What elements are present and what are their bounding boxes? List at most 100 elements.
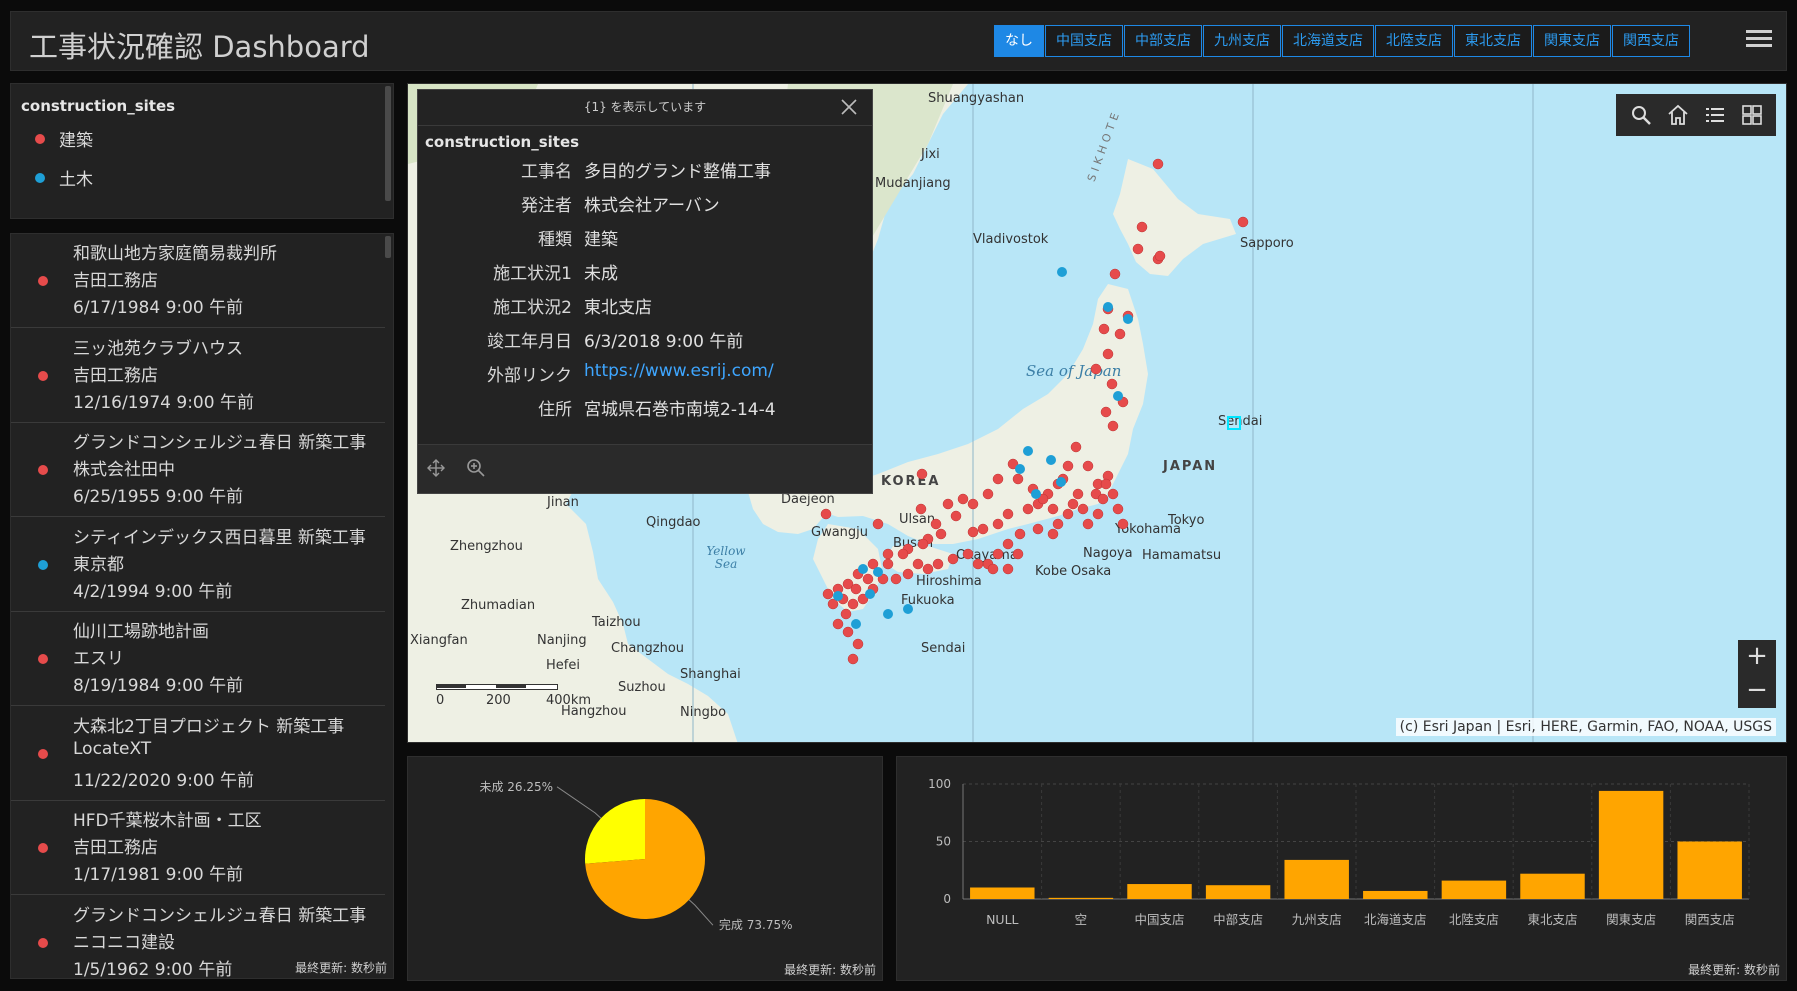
site-point-building[interactable]: [987, 563, 999, 575]
site-point-building[interactable]: [1077, 503, 1089, 515]
site-point-building[interactable]: [1112, 503, 1124, 515]
basemap-gallery-icon[interactable]: [1740, 103, 1764, 127]
site-point-building[interactable]: [992, 473, 1004, 485]
site-point-building[interactable]: [1082, 460, 1094, 472]
site-point-building[interactable]: [822, 588, 834, 600]
site-point-building[interactable]: [862, 573, 874, 585]
site-point-building[interactable]: [915, 503, 927, 515]
site-point-building[interactable]: [1014, 528, 1026, 540]
site-point-building[interactable]: [1117, 518, 1129, 530]
site-point-building[interactable]: [1082, 518, 1094, 530]
site-list-item[interactable]: HFD千葉桜木計画・工区 吉田工務店 1/17/1981 9:00 午前: [11, 801, 385, 895]
layer-list-icon[interactable]: [1703, 103, 1727, 127]
site-point-building[interactable]: [832, 618, 844, 630]
site-point-building[interactable]: [1136, 221, 1148, 233]
site-point-building[interactable]: [882, 548, 894, 560]
site-point-civil[interactable]: [1031, 489, 1041, 499]
site-point-building[interactable]: [1100, 406, 1112, 418]
site-point-building[interactable]: [1132, 243, 1144, 255]
bar-1[interactable]: [1048, 897, 1114, 899]
site-point-building[interactable]: [1090, 363, 1102, 375]
site-point-building[interactable]: [982, 488, 994, 500]
site-point-building[interactable]: [1047, 503, 1059, 515]
site-point-building[interactable]: [1092, 508, 1104, 520]
site-point-building[interactable]: [917, 538, 929, 550]
site-point-building[interactable]: [1107, 488, 1119, 500]
site-point-building[interactable]: [930, 518, 942, 530]
site-point-building[interactable]: [977, 523, 989, 535]
site-point-building[interactable]: [1047, 528, 1059, 540]
site-point-building[interactable]: [1067, 498, 1079, 510]
bar-8[interactable]: [1598, 790, 1664, 899]
site-point-building[interactable]: [935, 528, 947, 540]
popup-external-link[interactable]: https://www.esrij.com/: [584, 361, 774, 381]
zoom-out-button[interactable]: −: [1738, 674, 1776, 708]
site-point-building[interactable]: [1154, 250, 1166, 262]
site-point-civil[interactable]: [1046, 455, 1056, 465]
home-icon[interactable]: [1666, 103, 1690, 127]
site-point-building[interactable]: [967, 498, 979, 510]
site-point-building[interactable]: [1097, 493, 1109, 505]
site-point-building[interactable]: [820, 508, 832, 520]
branch-button-8[interactable]: 関西支店: [1612, 25, 1690, 57]
branch-button-2[interactable]: 中部支店: [1124, 25, 1202, 57]
site-point-civil[interactable]: [873, 567, 883, 577]
site-point-building[interactable]: [1070, 441, 1082, 453]
site-point-building[interactable]: [992, 518, 1004, 530]
site-point-building[interactable]: [1109, 268, 1121, 280]
site-point-building[interactable]: [852, 638, 864, 650]
site-point-building[interactable]: [897, 548, 909, 560]
bar-7[interactable]: [1520, 873, 1585, 899]
site-point-building[interactable]: [882, 558, 894, 570]
site-point-building[interactable]: [1098, 323, 1110, 335]
site-point-building[interactable]: [1002, 508, 1014, 520]
branch-button-6[interactable]: 東北支店: [1454, 25, 1532, 57]
site-point-civil[interactable]: [851, 619, 861, 629]
branch-button-5[interactable]: 北陸支店: [1375, 25, 1453, 57]
site-point-building[interactable]: [842, 626, 854, 638]
site-point-building[interactable]: [1052, 518, 1064, 530]
site-point-building[interactable]: [916, 468, 928, 480]
site-point-civil[interactable]: [1015, 464, 1025, 474]
site-point-building[interactable]: [1106, 378, 1118, 390]
zoom-to-icon[interactable]: [466, 458, 486, 478]
site-point-building[interactable]: [1102, 348, 1114, 360]
branch-button-0[interactable]: なし: [994, 25, 1044, 57]
site-point-building[interactable]: [850, 583, 862, 595]
bar-6[interactable]: [1441, 880, 1507, 899]
site-list-item[interactable]: 三ッ池苑クラブハウス 吉田工務店 12/16/1974 9:00 午前: [11, 329, 385, 423]
site-point-building[interactable]: [1002, 563, 1014, 575]
site-point-building[interactable]: [1032, 523, 1044, 535]
branch-button-1[interactable]: 中国支店: [1045, 25, 1123, 57]
site-point-civil[interactable]: [858, 564, 868, 574]
site-point-building[interactable]: [1107, 420, 1119, 432]
site-point-civil[interactable]: [1023, 446, 1033, 456]
site-point-building[interactable]: [1062, 508, 1074, 520]
site-point-building[interactable]: [950, 510, 962, 522]
site-point-building[interactable]: [847, 598, 859, 610]
site-point-building[interactable]: [967, 526, 979, 538]
zoom-in-button[interactable]: +: [1738, 640, 1776, 674]
site-point-building[interactable]: [947, 553, 959, 565]
branch-button-4[interactable]: 北海道支店: [1282, 25, 1374, 57]
site-list-item[interactable]: 和歌山地方家庭簡易裁判所 吉田工務店 6/17/1984 9:00 午前: [11, 234, 385, 328]
site-point-building[interactable]: [1114, 328, 1126, 340]
site-point-civil[interactable]: [1056, 477, 1066, 487]
site-point-civil[interactable]: [1103, 302, 1113, 312]
site-list-item[interactable]: 仙川工場跡地計画 エスリ 8/19/1984 9:00 午前: [11, 612, 385, 706]
bar-9[interactable]: [1677, 841, 1742, 900]
site-point-building[interactable]: [992, 548, 1004, 560]
site-point-building[interactable]: [1022, 503, 1034, 515]
site-point-building[interactable]: [932, 558, 944, 570]
site-point-building[interactable]: [890, 573, 902, 585]
list-scrollbar[interactable]: [385, 236, 391, 258]
site-point-civil[interactable]: [883, 609, 893, 619]
site-point-building[interactable]: [847, 653, 859, 665]
site-point-building[interactable]: [957, 493, 969, 505]
bar-4[interactable]: [1284, 859, 1349, 899]
pan-to-icon[interactable]: [426, 458, 446, 478]
site-point-civil[interactable]: [1113, 391, 1123, 401]
site-point-civil[interactable]: [833, 591, 843, 601]
site-list-item[interactable]: シティインデックス西日暮里 新築工事 東京都 4/2/1994 9:00 午前: [11, 518, 385, 612]
bar-2[interactable]: [1127, 884, 1192, 899]
